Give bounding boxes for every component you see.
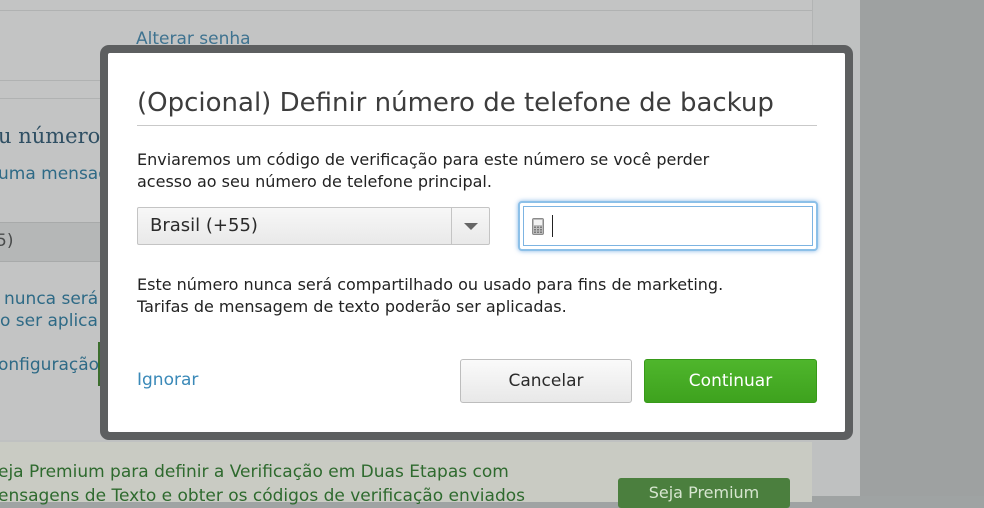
phone-number-input[interactable] [550,212,806,240]
background-note-line: nunca será c [4,289,113,309]
country-select-value: Brasil (+55) [150,215,258,236]
phone-input-focus-ring [518,201,818,251]
country-code-select[interactable]: Brasil (+55) [137,207,490,245]
text-caret [552,215,553,237]
phone-input-box[interactable] [523,206,813,246]
background-settings-link: onfiguração [0,355,100,375]
modal-frame: (Opcional) Definir número de telefone de… [100,45,853,440]
description-line: acesso ao seu número de telefone princip… [137,172,492,191]
privacy-note: Este número nunca será compartilhado ou … [137,274,723,318]
premium-text-line: ensagens de Texto e obter os códigos de … [0,486,525,506]
note-line: Tarifas de mensagem de texto poderão ser… [137,297,567,316]
dialog-description: Enviaremos um código de verificação para… [137,149,709,193]
background-divider [0,10,812,11]
background-note-line: o ser aplica [0,311,98,331]
cancel-button[interactable]: Cancelar [460,359,632,403]
note-line: Este número nunca será compartilhado ou … [137,275,724,294]
select-divider [451,208,452,244]
skip-link[interactable]: Ignorar [137,370,198,390]
description-line: Enviaremos um código de verificação para… [137,150,710,169]
background-right-panel [860,0,984,496]
chevron-down-icon[interactable] [464,223,478,230]
backup-phone-dialog: (Opcional) Definir número de telefone de… [108,53,845,432]
dialog-title: (Opcional) Definir número de telefone de… [137,88,774,118]
premium-text-line: eja Premium para definir a Verificação e… [0,462,509,482]
premium-button: Seja Premium [618,478,790,508]
title-divider [137,125,817,126]
background-select-value: 5) [0,231,14,251]
mobile-phone-icon [532,218,544,239]
background-description: uma mensag [0,164,110,184]
continue-button[interactable]: Continuar [644,359,817,403]
